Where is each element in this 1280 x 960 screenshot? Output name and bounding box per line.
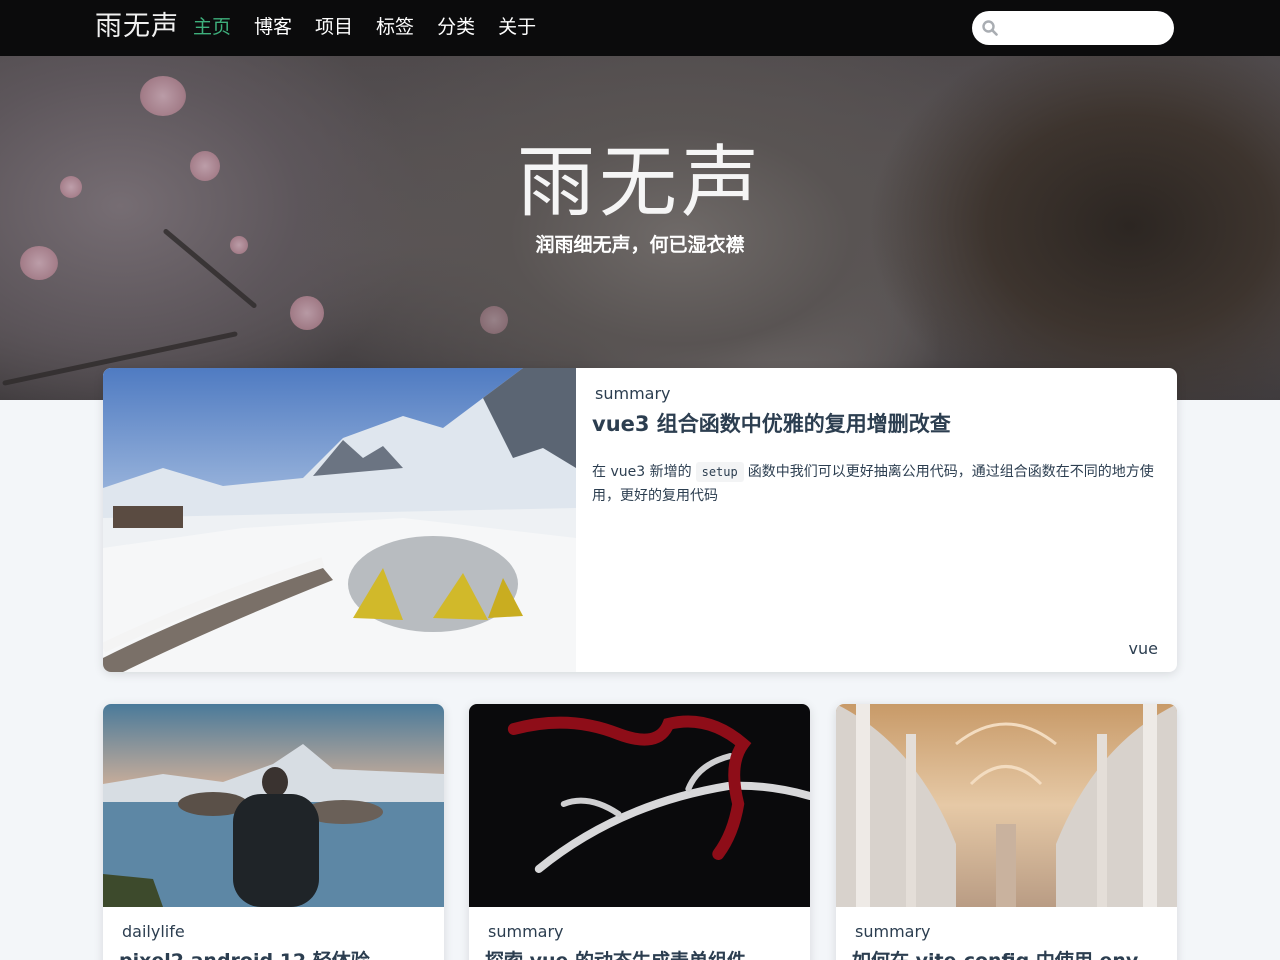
post-thumbnail[interactable] (836, 704, 1177, 907)
post-title[interactable]: 如何在 vite.config 中使用 env (852, 948, 1138, 960)
search-input[interactable] (1004, 15, 1164, 41)
post-card[interactable]: dailylife pixel2 android 12 轻体验 (103, 704, 444, 960)
main-nav: 主页 博客 项目 标签 分类 关于 (193, 14, 559, 40)
post-thumbnail[interactable] (103, 368, 576, 672)
post-tag[interactable]: vue (1129, 639, 1158, 658)
post-title[interactable]: vue3 组合函数中优雅的复用增删改查 (592, 410, 951, 438)
post-thumbnail[interactable] (103, 704, 444, 907)
blossom-decoration (140, 76, 186, 116)
nav-item-tags[interactable]: 标签 (376, 14, 414, 40)
post-excerpt: 在 vue3 新增的 setup 函数中我们可以更好抽离公用代码，通过组合函数在不同… (592, 460, 1162, 508)
post-title[interactable]: 探索 vue 的动态生成表单组件 (485, 948, 746, 960)
navbar: 雨无声 主页 博客 项目 标签 分类 关于 (0, 0, 1280, 56)
post-thumbnail[interactable] (469, 704, 810, 907)
blossom-decoration (480, 306, 508, 334)
post-category[interactable]: dailylife (122, 922, 185, 942)
featured-post-card[interactable]: summary vue3 组合函数中优雅的复用增删改查 在 vue3 新增的 se… (103, 368, 1177, 672)
search-icon (982, 20, 998, 36)
nav-item-projects[interactable]: 项目 (315, 14, 353, 40)
post-card[interactable]: summary 如何在 vite.config 中使用 env (836, 704, 1177, 960)
post-card[interactable]: summary 探索 vue 的动态生成表单组件 (469, 704, 810, 960)
nav-item-about[interactable]: 关于 (498, 14, 536, 40)
hero-subtitle: 润雨细无声，何已湿衣襟 (535, 234, 745, 256)
post-category[interactable]: summary (855, 922, 931, 942)
post-body: summary vue3 组合函数中优雅的复用增删改查 在 vue3 新增的 se… (576, 368, 1177, 672)
nav-item-home[interactable]: 主页 (193, 14, 231, 40)
nav-item-blog[interactable]: 博客 (254, 14, 292, 40)
site-brand[interactable]: 雨无声 (95, 10, 179, 44)
hero-title: 雨无声 (516, 138, 763, 228)
post-category[interactable]: summary (595, 384, 671, 404)
post-title[interactable]: pixel2 android 12 轻体验 (119, 948, 370, 960)
search-box[interactable] (972, 11, 1174, 45)
excerpt-text: 在 vue3 新增的 (592, 464, 692, 480)
blossom-decoration (290, 296, 324, 330)
nav-item-categories[interactable]: 分类 (437, 14, 475, 40)
hero-banner: 雨无声 润雨细无声，何已湿衣襟 (0, 56, 1280, 400)
post-category[interactable]: summary (488, 922, 564, 942)
inline-code: setup (695, 462, 744, 482)
